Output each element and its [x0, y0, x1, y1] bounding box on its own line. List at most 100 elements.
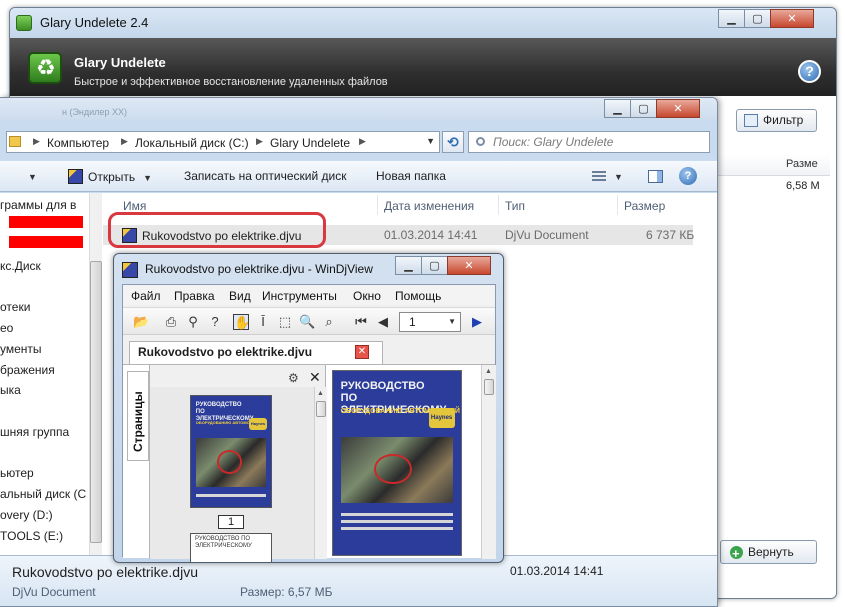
text-select-icon[interactable]: Ī: [255, 314, 271, 330]
thumbnail-scrollbar[interactable]: ▲: [314, 387, 327, 559]
search-input[interactable]: Поиск: Glary Undelete: [468, 131, 710, 153]
zoom-icon[interactable]: 🔍: [299, 314, 315, 330]
close-button[interactable]: ✕: [770, 9, 814, 28]
nav-item[interactable]: кс.Диск: [0, 259, 41, 273]
address-dropdown-icon[interactable]: ▼: [426, 136, 435, 146]
find-icon[interactable]: ⚲: [185, 314, 201, 330]
glary-size-value: 6,58 М: [786, 180, 820, 192]
print-icon[interactable]: ⎙: [163, 314, 179, 330]
preview-pane-icon[interactable]: [648, 170, 663, 183]
new-folder-button[interactable]: Новая папка: [376, 169, 446, 183]
nav-item[interactable]: ео: [0, 321, 13, 335]
column-separator[interactable]: [498, 195, 499, 215]
nav-item[interactable]: граммы для в: [0, 198, 76, 212]
breadcrumb-glary-undelete[interactable]: Glary Undelete: [270, 136, 350, 150]
breadcrumb-separator-icon[interactable]: ▶: [33, 136, 40, 147]
glary-size-header: Разме: [786, 158, 818, 170]
filter-button[interactable]: Фильтр: [736, 109, 817, 132]
menu-file[interactable]: Файл: [131, 289, 161, 303]
details-size-value: 6,57 МБ: [287, 585, 333, 599]
nav-item[interactable]: отеки: [0, 300, 30, 314]
restore-button[interactable]: Вернуть: [720, 540, 817, 565]
pages-tab-label: Страницы: [131, 391, 145, 452]
explorer-minimize-button[interactable]: ▁: [604, 99, 631, 118]
dj-maximize-button[interactable]: ▢: [421, 256, 448, 275]
first-page-icon[interactable]: ⏮: [353, 314, 369, 330]
scrollbar-thumb[interactable]: [484, 379, 494, 395]
menu-help[interactable]: Помощь: [395, 289, 441, 303]
open-folder-icon[interactable]: 📂: [133, 314, 149, 330]
breadcrumb-local-disk[interactable]: Локальный диск (C:): [135, 136, 249, 150]
explorer-close-button[interactable]: ✕: [656, 99, 700, 118]
dj-minimize-button[interactable]: ▁: [395, 256, 422, 275]
glary-column-header[interactable]: Разме: [710, 154, 830, 176]
redacted-block: [9, 216, 83, 228]
column-header-size[interactable]: Размер: [624, 199, 665, 213]
page-view[interactable]: РУКОВОДСТВО ПО ЭЛЕКТРИЧЕСКОМУ ОБОРУДОВАН…: [332, 370, 462, 556]
thumbnails-close-icon[interactable]: ✕: [309, 369, 321, 386]
breadcrumb-separator-icon[interactable]: ▶: [121, 136, 128, 147]
explorer-titlebar[interactable]: н (Эндилер ХХ) ▁ ▢ ✕: [0, 98, 717, 120]
view-options-icon[interactable]: [592, 171, 606, 183]
breadcrumb-separator-icon[interactable]: ▶: [256, 136, 263, 147]
help-button[interactable]: ?: [798, 60, 821, 83]
column-header-date[interactable]: Дата изменения: [384, 199, 474, 213]
column-header-name[interactable]: Имя: [123, 199, 146, 213]
nav-item[interactable]: ументы: [0, 342, 42, 356]
dj-close-button[interactable]: ✕: [447, 256, 491, 275]
nav-item[interactable]: альный диск (С: [0, 487, 86, 501]
rect-select-icon[interactable]: ⬚: [277, 314, 293, 330]
nav-item[interactable]: TOOLS (E:): [0, 529, 63, 543]
burn-button[interactable]: Записать на оптический диск: [184, 169, 347, 183]
zoom-rect-icon[interactable]: ⌕: [321, 314, 337, 330]
explorer-maximize-button[interactable]: ▢: [630, 99, 657, 118]
document-tab[interactable]: Rukovodstvo po elektrike.djvu: [129, 341, 383, 364]
address-bar[interactable]: ▶ Компьютер ▶ Локальный диск (C:) ▶ Glar…: [6, 131, 440, 153]
nav-item[interactable]: overy (D:): [0, 508, 53, 522]
organize-button[interactable]: ▼: [20, 169, 37, 183]
scrollbar-thumb[interactable]: [316, 401, 326, 417]
pages-sidebar-tab[interactable]: Страницы: [127, 371, 149, 461]
hand-tool-icon[interactable]: ✋: [233, 314, 250, 330]
view-caret-icon[interactable]: ▼: [614, 169, 623, 183]
help-icon[interactable]: ?: [207, 314, 223, 330]
page-select[interactable]: 1: [399, 312, 461, 332]
refresh-icon[interactable]: ⟲: [442, 131, 464, 153]
column-separator[interactable]: [617, 195, 618, 215]
page-thumbnail[interactable]: РУКОВОДСТВО ПО ЭЛЕКТРИЧЕСКОМУ ОБОРУДОВАН…: [190, 395, 272, 508]
nav-item[interactable]: ьютер: [0, 466, 34, 480]
column-header-type[interactable]: Тип: [505, 199, 525, 213]
scroll-up-icon[interactable]: ▲: [485, 368, 492, 375]
maximize-button[interactable]: ▢: [744, 9, 771, 28]
page-thumbnail-2[interactable]: РУКОВОДСТВО ПО ЭЛЕКТРИЧЕСКОМУ: [190, 533, 272, 562]
column-separator[interactable]: [377, 195, 378, 215]
glary-titlebar[interactable]: Glary Undelete 2.4 ▁ ▢ ✕: [10, 8, 836, 38]
folder-icon: [9, 136, 21, 147]
explorer-help-icon[interactable]: ?: [679, 167, 697, 185]
nav-item[interactable]: бражения: [0, 363, 55, 377]
breadcrumb-computer[interactable]: Компьютер: [47, 136, 109, 150]
details-file-name: Rukovodstvo po elektrike.djvu: [12, 564, 198, 580]
tab-close-icon[interactable]: ✕: [355, 345, 369, 359]
search-placeholder: Поиск: Glary Undelete: [493, 135, 614, 149]
next-page-icon[interactable]: ▶: [469, 314, 485, 330]
menu-edit[interactable]: Правка: [174, 289, 215, 303]
minimize-button[interactable]: ▁: [718, 9, 745, 28]
glary-header: Glary Undelete Быстрое и эффективное вос…: [10, 38, 836, 96]
settings-gear-icon[interactable]: ⚙: [288, 371, 299, 385]
nav-item[interactable]: ыка: [0, 383, 21, 397]
nav-item[interactable]: шняя группа: [0, 425, 69, 439]
prev-page-icon[interactable]: ◀: [375, 314, 391, 330]
menu-window[interactable]: Окно: [353, 289, 381, 303]
scroll-up-icon[interactable]: ▲: [317, 390, 324, 397]
menu-tools[interactable]: Инструменты: [262, 289, 337, 303]
thumbnails-pane: ⚙ ✕ РУКОВОДСТВО ПО ЭЛЕКТРИЧЕСКОМУ ОБОРУД…: [149, 365, 327, 562]
page-scrollbar[interactable]: ▲: [481, 365, 496, 559]
explorer-window-controls: ▁ ▢ ✕: [604, 99, 700, 118]
thumbnail-list[interactable]: РУКОВОДСТВО ПО ЭЛЕКТРИЧЕСКОМУ ОБОРУДОВАН…: [150, 387, 314, 562]
breadcrumb-separator-icon[interactable]: ▶: [359, 136, 366, 147]
nav-scrollbar-thumb[interactable]: [90, 261, 102, 543]
open-button[interactable]: Открыть ▼: [68, 169, 152, 184]
menu-view[interactable]: Вид: [229, 289, 251, 303]
cover-footer: [195, 493, 267, 497]
